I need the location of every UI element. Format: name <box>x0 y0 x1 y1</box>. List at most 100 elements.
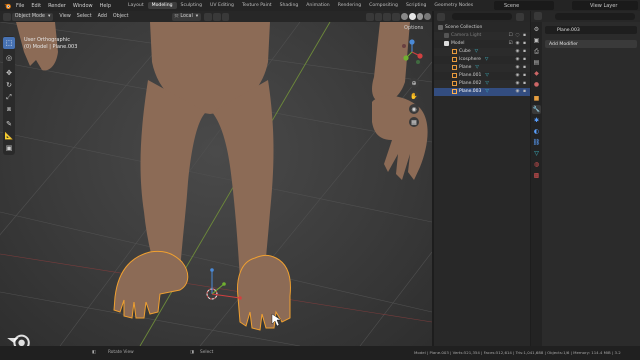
tab-scripting[interactable]: Scripting <box>402 2 430 9</box>
camera-icon[interactable]: ▪ <box>522 33 527 38</box>
camera-icon[interactable]: ▪ <box>522 57 527 62</box>
checkbox-icon[interactable]: ☐ <box>508 33 513 38</box>
tab-compositing[interactable]: Compositing <box>365 2 402 9</box>
object-name-field[interactable]: Plane.003 <box>545 26 637 34</box>
world-tab-icon[interactable]: ● <box>532 80 541 89</box>
output-tab-icon[interactable]: ⎙ <box>532 47 541 56</box>
transform-tool-icon[interactable]: ⧈ <box>3 103 15 115</box>
rendered-shading-icon[interactable] <box>424 13 432 20</box>
tab-modeling[interactable]: Modeling <box>147 2 177 9</box>
eye-icon[interactable]: ◉ <box>515 41 520 46</box>
overlay-toggle-icon[interactable] <box>383 12 392 21</box>
camera-icon[interactable]: ▪ <box>522 73 527 78</box>
scene-selector[interactable]: Scene <box>494 1 554 10</box>
proportional-edit-icon[interactable] <box>221 12 230 21</box>
3d-viewport[interactable]: User Orthographic (0) Model | Plane.003 … <box>0 22 432 346</box>
data-tab-icon[interactable]: ▽ <box>532 149 541 158</box>
tab-shading[interactable]: Shading <box>276 2 303 9</box>
outliner-row-camera-light[interactable]: Camera Light ☐ ◌ ▪ <box>434 32 530 40</box>
scale-tool-icon[interactable]: ⤢ <box>3 91 15 103</box>
material-shading-icon[interactable] <box>416 13 424 20</box>
outliner-search-input[interactable] <box>452 13 512 20</box>
modifier-tab-icon[interactable]: 🔧 <box>532 105 541 114</box>
pivot-icon[interactable] <box>204 12 212 21</box>
camera-icon[interactable]: ▪ <box>522 81 527 86</box>
cursor-tool-icon[interactable]: ◎ <box>3 52 15 64</box>
camera-view-icon[interactable]: ◉ <box>409 104 419 114</box>
camera-icon[interactable]: ▪ <box>522 89 527 94</box>
outliner-row-plane-003[interactable]: Plane.003 ▽ ◉ ▪ <box>434 88 530 96</box>
solid-shading-icon[interactable] <box>408 13 416 20</box>
eye-hidden-icon[interactable]: ◌ <box>515 33 520 38</box>
snap-icon[interactable] <box>212 12 221 21</box>
filter-icon[interactable] <box>516 12 524 21</box>
blender-logo-icon[interactable] <box>3 2 12 10</box>
tab-rendering[interactable]: Rendering <box>334 2 365 9</box>
editor-type-icon[interactable] <box>3 12 11 21</box>
view-layer-selector[interactable]: View Layer <box>572 1 638 10</box>
outliner-editor-icon[interactable] <box>437 12 445 21</box>
scene-tab-icon[interactable]: ◆ <box>532 69 541 78</box>
camera-icon[interactable]: ▪ <box>522 65 527 70</box>
particles-tab-icon[interactable]: ✱ <box>532 116 541 125</box>
annotate-tool-icon[interactable]: ✎ <box>3 118 15 130</box>
zoom-view-icon[interactable]: ⊕ <box>409 78 419 88</box>
object-tab-icon[interactable]: ■ <box>532 94 541 103</box>
mode-dropdown[interactable]: Object Mode ▾ <box>11 12 54 21</box>
add-menu[interactable]: Add <box>95 13 110 21</box>
add-modifier-button[interactable]: Add Modifier <box>545 40 637 48</box>
tab-layout[interactable]: Layout <box>124 2 148 9</box>
menu-window[interactable]: Window <box>73 3 93 9</box>
eye-icon[interactable]: ◉ <box>515 57 520 62</box>
render-tab-icon[interactable]: ▣ <box>532 36 541 45</box>
outliner-row-scene-collection[interactable]: Scene Collection <box>434 24 530 32</box>
move-tool-icon[interactable]: ✥ <box>3 67 15 79</box>
properties-editor-icon[interactable] <box>534 12 542 20</box>
visibility-icon[interactable] <box>365 12 374 21</box>
constraints-tab-icon[interactable]: ⛓ <box>532 138 541 147</box>
tab-geometry-nodes[interactable]: Geometry Nodes <box>430 2 477 9</box>
outliner-row-icosphere[interactable]: Icosphere ▽ ◉ ▪ <box>434 56 530 64</box>
menu-file[interactable]: File <box>16 3 24 9</box>
physics-tab-icon[interactable]: ◐ <box>532 127 541 136</box>
camera-icon[interactable]: ▪ <box>522 49 527 54</box>
material-tab-icon[interactable]: ◍ <box>532 160 541 169</box>
rotate-tool-icon[interactable]: ↻ <box>3 79 15 91</box>
add-cube-tool-icon[interactable]: ▣ <box>3 142 15 154</box>
measure-tool-icon[interactable]: 📐 <box>3 130 15 142</box>
eye-icon[interactable]: ◉ <box>515 89 520 94</box>
eye-icon[interactable]: ◉ <box>515 81 520 86</box>
transform-orientation-dropdown[interactable]: ⤧ Local ▾ <box>171 12 202 21</box>
menu-render[interactable]: Render <box>48 3 66 9</box>
outliner-row-cube[interactable]: Cube ▽ ◉ ▪ <box>434 48 530 56</box>
select-box-tool-icon[interactable]: ⬚ <box>3 37 15 49</box>
perspective-toggle-icon[interactable]: ▦ <box>409 117 419 127</box>
outliner-row-plane[interactable]: Plane ▽ ◉ ▪ <box>434 64 530 72</box>
options-menu[interactable]: Options <box>404 25 423 31</box>
checkbox-icon[interactable]: ☑ <box>508 41 513 46</box>
pan-view-icon[interactable]: ✋ <box>409 91 419 101</box>
transform-gizmo[interactable] <box>210 268 242 300</box>
tab-animation[interactable]: Animation <box>302 2 333 9</box>
xray-toggle-icon[interactable] <box>392 12 400 21</box>
wireframe-shading-icon[interactable] <box>400 13 408 20</box>
outliner-row-plane-001[interactable]: Plane.001 ▽ ◉ ▪ <box>434 72 530 80</box>
texture-tab-icon[interactable]: ▩ <box>532 171 541 180</box>
properties-search-input[interactable] <box>555 13 635 20</box>
eye-icon[interactable]: ◉ <box>515 73 520 78</box>
tab-texture-paint[interactable]: Texture Paint <box>238 2 276 9</box>
object-menu[interactable]: Object <box>110 13 132 21</box>
tab-uv-editing[interactable]: UV Editing <box>206 2 238 9</box>
tool-tab-icon[interactable]: ⚙ <box>532 25 541 34</box>
view-menu[interactable]: View <box>56 13 73 21</box>
tab-sculpting[interactable]: Sculpting <box>177 2 206 9</box>
view-layer-tab-icon[interactable]: ▤ <box>532 58 541 67</box>
gizmo-toggle-icon[interactable] <box>374 12 383 21</box>
select-menu[interactable]: Select <box>74 13 95 21</box>
outliner-row-plane-002[interactable]: Plane.002 ▽ ◉ ▪ <box>434 80 530 88</box>
menu-edit[interactable]: Edit <box>31 3 41 9</box>
eye-icon[interactable]: ◉ <box>515 49 520 54</box>
eye-icon[interactable]: ◉ <box>515 65 520 70</box>
menu-help[interactable]: Help <box>100 3 111 9</box>
outliner-row-model[interactable]: Model ☑ ◉ ▪ <box>434 40 530 48</box>
